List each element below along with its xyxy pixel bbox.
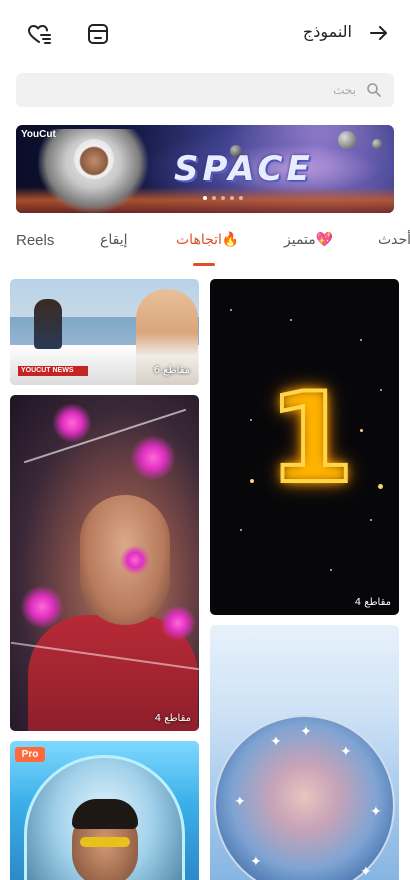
thumb-snowflake: ✦	[270, 734, 282, 750]
thumb-glow	[130, 435, 176, 481]
thumb-numeral: 1	[266, 367, 356, 511]
search-icon	[367, 83, 381, 97]
page-title: النموذج	[302, 22, 352, 41]
thumb-star	[230, 309, 232, 311]
thumb-glow	[120, 545, 150, 575]
pagination-dot[interactable]	[230, 196, 234, 200]
tab-trending[interactable]: اتجاهات🔥	[176, 232, 239, 248]
pro-badge: Pro	[15, 747, 45, 762]
heart-list-icon	[28, 25, 51, 44]
thumb-star	[360, 339, 362, 341]
thumb-snowflake: ✦	[340, 744, 352, 760]
thumb-snowflake: ✦	[300, 724, 312, 740]
thumb-glow	[160, 605, 196, 641]
thumb-glow	[52, 403, 92, 443]
banner-astronaut-helmet	[74, 139, 114, 179]
template-card[interactable]: Pro	[10, 741, 199, 880]
tab-featured[interactable]: متميز💖	[284, 232, 333, 248]
thumb-spark	[250, 479, 254, 483]
thumb-star	[290, 319, 292, 321]
tab-latest[interactable]: أحدث	[378, 232, 410, 248]
thumb-glow	[20, 585, 64, 629]
pagination-dot-active[interactable]	[203, 196, 207, 200]
thumb-star	[370, 519, 372, 521]
thumb-spark	[360, 429, 363, 432]
tab-rhythm[interactable]: إيقاع	[100, 232, 128, 248]
thumb-star	[380, 389, 382, 391]
pagination-dot[interactable]	[212, 196, 216, 200]
templates-button[interactable]	[84, 20, 112, 48]
template-card[interactable]: ✦ ✦ ✦ ✦ ✦ ✦ ✦	[210, 625, 399, 880]
pagination-dot[interactable]	[221, 196, 225, 200]
arrow-right-icon	[370, 26, 387, 40]
news-tag: YOUCUT NEWS	[18, 366, 88, 376]
template-card[interactable]: YOUCUT NEWS 6 مقاطع	[10, 279, 199, 385]
banner-planet	[338, 131, 356, 149]
search-input[interactable]	[36, 73, 356, 107]
thumb-snowflake: ✦	[370, 804, 382, 820]
thumb-snowflake: ✦	[360, 864, 372, 880]
banner-brand: YouCut	[21, 129, 56, 140]
thumb-snowflake: ✦	[250, 854, 262, 870]
thumb-star	[250, 419, 252, 421]
banner-headline: SPACE	[174, 149, 314, 189]
thumb-snowflake: ✦	[234, 794, 246, 810]
template-card[interactable]: 4 مقاطع	[10, 395, 199, 731]
clip-count-label: 6 مقاطع	[153, 365, 190, 376]
thumb-star	[330, 569, 332, 571]
template-box-icon	[88, 24, 108, 44]
pagination-dot[interactable]	[239, 196, 243, 200]
template-card[interactable]: 1 4 مقاطع	[210, 279, 399, 615]
active-tab-indicator	[193, 263, 215, 266]
tab-reels[interactable]: Reels	[16, 232, 54, 249]
category-tabs: Reels إيقاع اتجاهات🔥 متميز💖 أحدث	[0, 228, 410, 268]
thumb-star	[240, 529, 242, 531]
clip-count-label: 4 مقاطع	[154, 713, 191, 724]
thumb-spark	[378, 484, 383, 489]
favorites-button[interactable]	[25, 20, 53, 48]
banner-planet	[372, 139, 382, 149]
thumb-couple	[34, 299, 62, 349]
thumb-glasses	[80, 837, 130, 847]
clip-count-label: 4 مقاطع	[354, 597, 391, 608]
back-button[interactable]	[366, 20, 392, 46]
thumb-hair	[72, 799, 138, 829]
top-bar: النموذج	[0, 0, 410, 66]
search-bar[interactable]	[16, 73, 394, 107]
